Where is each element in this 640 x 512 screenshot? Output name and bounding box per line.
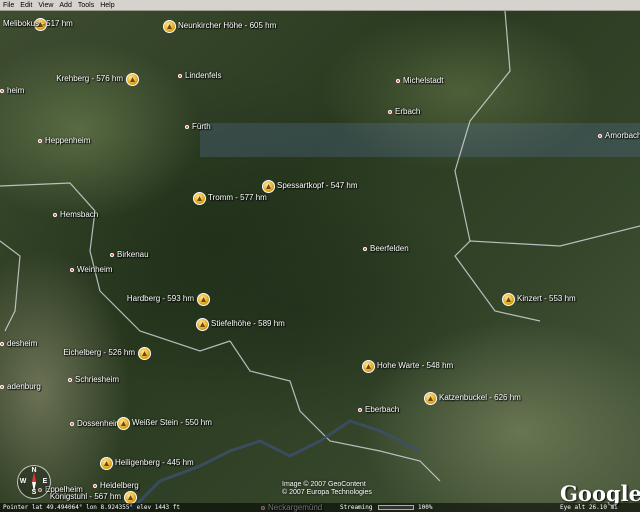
state-boundary-line — [469, 225, 640, 247]
menu-tools[interactable]: Tools — [78, 0, 94, 11]
menu-add[interactable]: Add — [59, 0, 71, 11]
state-boundary-line — [0, 240, 21, 332]
credit-line: Image © 2007 GeoContent — [282, 481, 366, 488]
town-label[interactable]: heim — [7, 86, 24, 95]
town-label[interactable]: desheim — [7, 339, 37, 348]
peak-placemark-icon[interactable] — [117, 417, 130, 430]
state-boundary-line — [454, 11, 541, 322]
town-marker-icon[interactable] — [0, 385, 4, 389]
town-marker-icon[interactable] — [68, 378, 72, 382]
town-marker-icon[interactable] — [53, 213, 57, 217]
peak-label[interactable]: Melibokus - 517 hm — [3, 19, 73, 28]
peak-placemark-icon[interactable] — [138, 347, 151, 360]
town-label[interactable]: Fürth — [192, 122, 211, 131]
peak-label[interactable]: Neunkircher Höhe - 605 hm — [178, 21, 276, 30]
town-label[interactable]: Heppenheim — [45, 136, 90, 145]
imagery-credits: Image © 2007 GeoContent © 2007 Europa Te… — [282, 481, 372, 497]
streaming-progress-bar — [378, 505, 414, 510]
peak-label[interactable]: Eichelberg - 526 hm — [63, 348, 135, 357]
town-label[interactable]: Michelstadt — [403, 76, 443, 85]
town-marker-icon[interactable] — [396, 79, 400, 83]
peak-placemark-icon[interactable] — [193, 192, 206, 205]
town-label[interactable]: Dossenheim — [77, 419, 121, 428]
menu-help[interactable]: Help — [100, 0, 114, 11]
peak-placemark-icon[interactable] — [362, 360, 375, 373]
peak-placemark-icon[interactable] — [126, 73, 139, 86]
peak-label[interactable]: Stiefelhöhe - 589 hm — [211, 319, 285, 328]
peak-label[interactable]: Kinzert - 553 hm — [517, 294, 576, 303]
peak-label[interactable]: Tromm - 577 hm — [208, 193, 267, 202]
peak-placemark-icon[interactable] — [424, 392, 437, 405]
map-view[interactable]: Lindenfels Michelstadt Erbach Fürth Amorbach… — [0, 11, 640, 512]
town-label[interactable]: Hemsbach — [60, 210, 98, 219]
town-label[interactable]: Weinheim — [77, 265, 112, 274]
town-label[interactable]: Erbach — [395, 107, 420, 116]
peak-placemark-icon[interactable] — [262, 180, 275, 193]
town-marker-icon[interactable] — [38, 139, 42, 143]
peak-placemark-icon[interactable] — [100, 457, 113, 470]
peak-label[interactable]: Krehberg - 576 hm — [56, 74, 123, 83]
peak-label[interactable]: Spessartkopf - 547 hm — [277, 181, 357, 190]
town-marker-icon[interactable] — [388, 110, 392, 114]
compass-west: W — [19, 478, 27, 485]
town-marker-icon[interactable] — [363, 247, 367, 251]
town-marker-icon[interactable] — [0, 342, 4, 346]
peak-placemark-icon[interactable] — [196, 318, 209, 331]
status-bar: Pointer lat 49.494064° lon 8.924355° ele… — [0, 503, 640, 512]
compass-east: E — [42, 478, 48, 485]
compass-control[interactable]: N W E S — [17, 465, 51, 499]
pointer-readout: Pointer lat 49.494064° lon 8.924355° ele… — [3, 504, 181, 511]
peak-label[interactable]: Weißer Stein - 550 hm — [132, 418, 212, 427]
peak-placemark-icon[interactable] — [163, 20, 176, 33]
town-marker-icon[interactable] — [70, 268, 74, 272]
peak-label[interactable]: Hardberg - 593 hm — [127, 294, 194, 303]
town-marker-icon[interactable] — [598, 134, 602, 138]
town-marker-icon[interactable] — [110, 253, 114, 257]
town-marker-icon[interactable] — [178, 74, 182, 78]
town-label[interactable]: Heidelberg — [100, 481, 139, 490]
streaming-percent: 100% — [418, 504, 433, 511]
town-marker-icon[interactable] — [358, 408, 362, 412]
peak-placemark-icon[interactable] — [197, 293, 210, 306]
town-label[interactable]: Birkenau — [117, 250, 149, 259]
menu-bar: File Edit View Add Tools Help — [0, 0, 640, 11]
town-label[interactable]: Amorbach — [605, 131, 640, 140]
peak-label[interactable]: Königstuhl - 567 hm — [50, 492, 121, 501]
map-overlay — [0, 11, 640, 512]
town-label[interactable]: Schriesheim — [75, 375, 119, 384]
town-label[interactable]: Eberbach — [365, 405, 399, 414]
menu-file[interactable]: File — [3, 0, 14, 11]
credit-line: © 2007 Europa Technologies — [282, 489, 372, 496]
peak-label[interactable]: Katzenbuckel - 626 hm — [439, 393, 521, 402]
town-marker-icon[interactable] — [185, 125, 189, 129]
town-label[interactable]: Beerfelden — [370, 244, 409, 253]
town-marker-icon[interactable] — [93, 484, 97, 488]
peak-label[interactable]: Hohe Warte - 548 hm — [377, 361, 453, 370]
streaming-label: Streaming — [340, 504, 373, 511]
town-label[interactable]: adenburg — [7, 382, 41, 391]
town-label[interactable]: Lindenfels — [185, 71, 221, 80]
town-marker-icon[interactable] — [70, 422, 74, 426]
haze-band — [200, 123, 640, 157]
menu-view[interactable]: View — [38, 0, 53, 11]
peak-label[interactable]: Heiligenberg - 445 hm — [115, 458, 194, 467]
town-marker-icon[interactable] — [0, 89, 4, 93]
eye-altitude: Eye alt 26.10 mi — [560, 504, 618, 511]
peak-placemark-icon[interactable] — [502, 293, 515, 306]
menu-edit[interactable]: Edit — [20, 0, 32, 11]
